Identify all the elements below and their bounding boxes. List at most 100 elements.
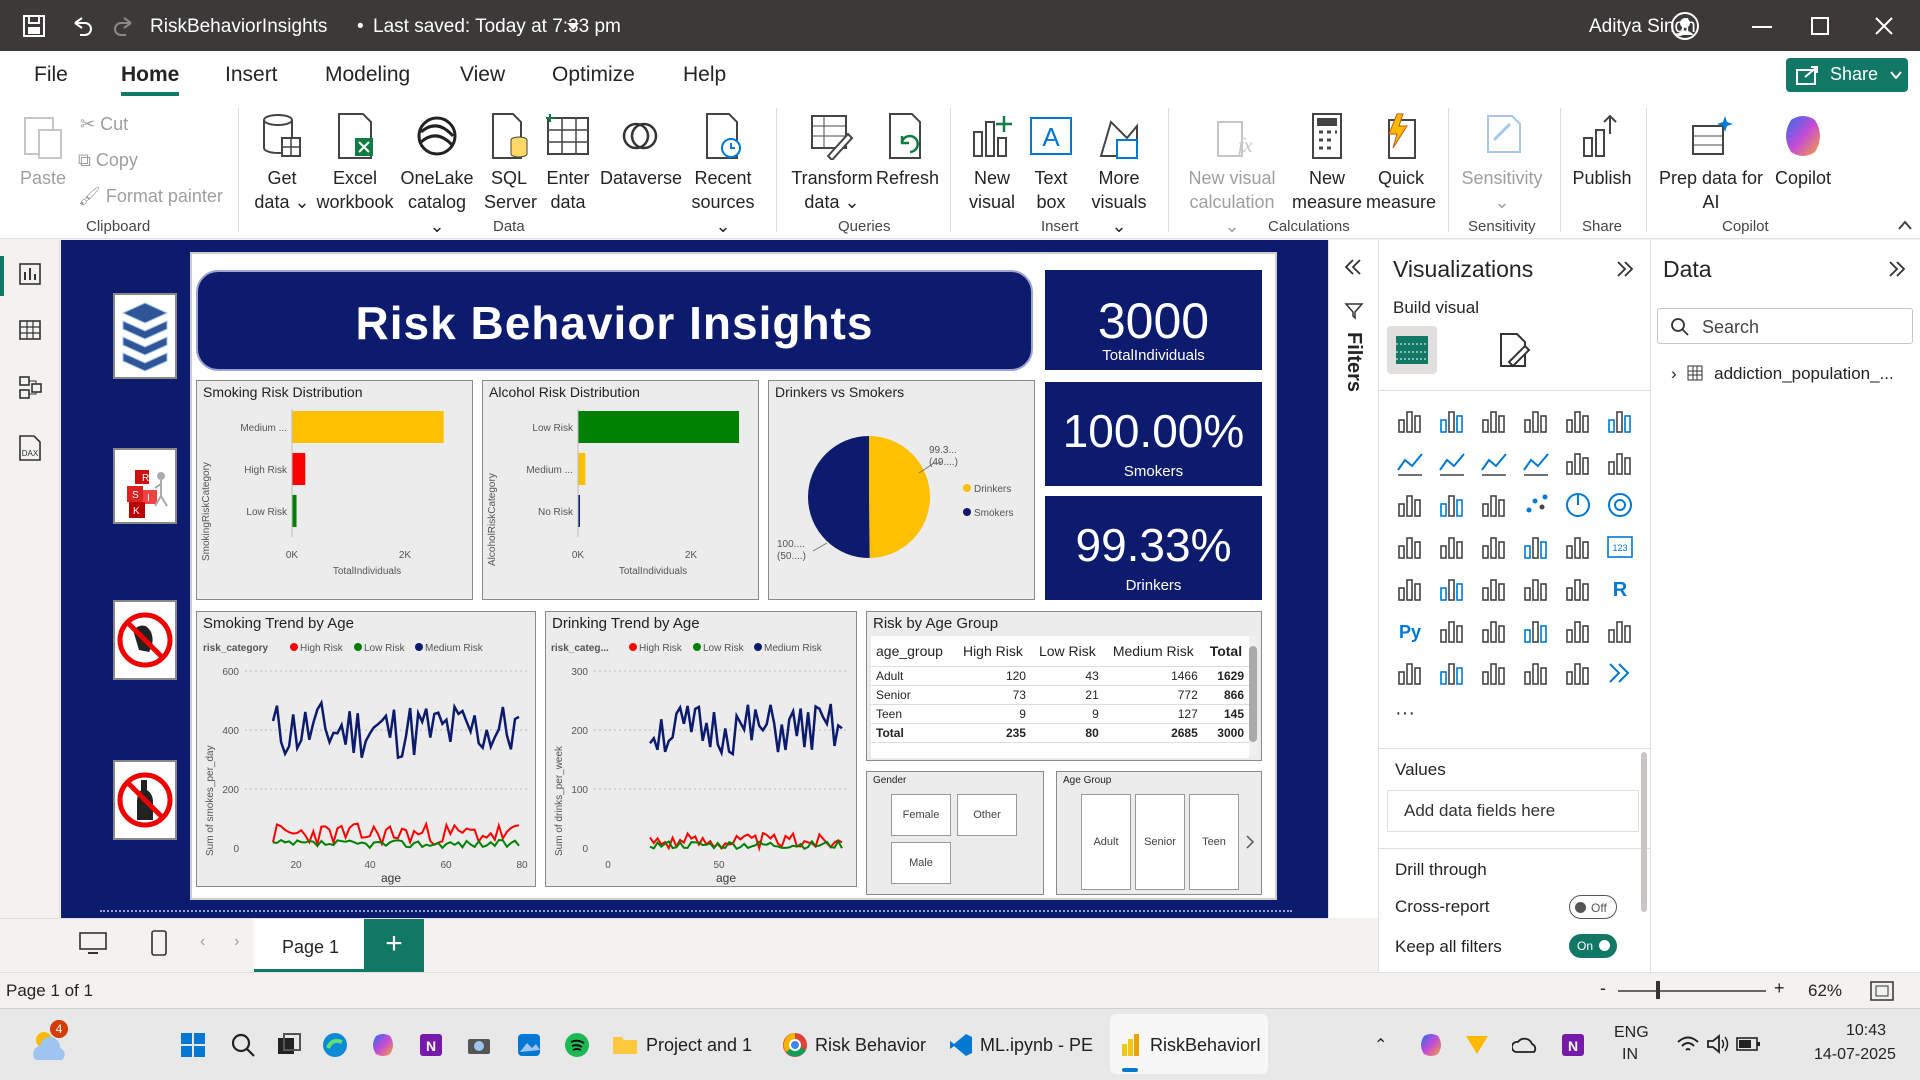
camera-app-icon[interactable] <box>466 1032 492 1058</box>
language-line1[interactable]: ENG <box>1614 1024 1649 1042</box>
stacked-area-visual-icon[interactable] <box>1479 448 1509 478</box>
r-script-visual-icon[interactable]: R <box>1605 574 1635 604</box>
undo-icon[interactable] <box>70 14 94 38</box>
line-clustered-visual-icon[interactable] <box>1395 490 1425 520</box>
taskbar-explorer[interactable]: Project and 1 <box>646 1035 752 1056</box>
photos-app-icon[interactable] <box>516 1032 542 1058</box>
search-icon[interactable] <box>230 1032 256 1058</box>
zoom-in-icon[interactable]: + <box>1774 978 1785 999</box>
drinkers-vs-smokers-visual[interactable]: Drinkers vs Smokers 99.3... (49....) 100… <box>768 380 1035 600</box>
new-visual-button[interactable]: New visual <box>962 112 1022 214</box>
menu-optimize[interactable]: Optimize <box>552 63 635 87</box>
matrix-visual-icon[interactable] <box>1563 574 1593 604</box>
onedrive-icon[interactable] <box>1512 1036 1538 1054</box>
wifi-icon[interactable] <box>1676 1034 1700 1054</box>
nav-image-no-drinking[interactable] <box>113 760 177 840</box>
pie-visual-icon[interactable] <box>1563 490 1593 520</box>
chrome-icon[interactable] <box>782 1032 808 1058</box>
data-table-item[interactable]: › addiction_population_... <box>1671 364 1911 384</box>
drinking-trend-by-age-visual[interactable]: Drinking Trend by Age risk_categ... High… <box>545 611 857 887</box>
publish-button[interactable]: Publish <box>1566 112 1638 190</box>
onenote-tray-icon[interactable]: N <box>1560 1032 1586 1058</box>
onenote-icon[interactable]: N <box>418 1032 444 1058</box>
smoking-risk-distribution-visual[interactable]: Smoking Risk Distribution SmokingRiskCat… <box>196 380 473 600</box>
nav-image-no-smoking[interactable] <box>113 600 177 680</box>
gauge-visual-icon[interactable] <box>1563 532 1593 562</box>
clock-time[interactable]: 10:43 <box>1846 1022 1886 1040</box>
build-visual-tab[interactable] <box>1387 326 1437 374</box>
minimize-icon[interactable] <box>1752 26 1772 29</box>
card-visual-icon[interactable]: 123 <box>1605 532 1635 562</box>
collapse-ribbon-icon[interactable] <box>1898 220 1912 230</box>
pane-scrollbar[interactable] <box>1641 752 1647 912</box>
python-visual-icon[interactable]: Py <box>1395 616 1425 646</box>
table-row[interactable]: Teen 9 9 127 145 <box>871 704 1249 724</box>
edge-browser-icon[interactable] <box>322 1032 348 1058</box>
clustered-bar-visual-icon[interactable] <box>1479 406 1509 436</box>
enter-data-button[interactable]: Enter data <box>542 112 594 214</box>
age-group-slicer[interactable]: Age Group Adult Senior Teen <box>1056 771 1262 895</box>
smoking-trend-by-age-visual[interactable]: Smoking Trend by Age risk_category High … <box>196 611 536 887</box>
onelake-catalog-button[interactable]: OneLake catalog ⌄ <box>400 112 474 238</box>
prep-data-ai-button[interactable]: Prep data for AI <box>1656 112 1766 214</box>
report-view-icon[interactable] <box>18 262 42 286</box>
menu-insert[interactable]: Insert <box>225 63 278 87</box>
slicer-visual-icon[interactable] <box>1479 574 1509 604</box>
chevron-down-icon[interactable] <box>566 22 580 32</box>
slicer-option-adult[interactable]: Adult <box>1081 794 1131 890</box>
kpi-total-individuals[interactable]: 3000 TotalIndividuals <box>1045 270 1262 370</box>
stacked-column-visual-icon[interactable] <box>1437 406 1467 436</box>
language-line2[interactable]: IN <box>1622 1046 1638 1064</box>
fit-to-page-icon[interactable] <box>1870 981 1894 1001</box>
refresh-button[interactable]: Refresh <box>876 112 939 190</box>
clustered-column-visual-icon[interactable] <box>1521 406 1551 436</box>
100-bar-visual-icon[interactable] <box>1563 406 1593 436</box>
quick-measure-button[interactable]: Quick measure <box>1366 112 1436 214</box>
alcohol-risk-distribution-visual[interactable]: Alcohol Risk Distribution AlcoholRiskCat… <box>482 380 759 600</box>
save-icon[interactable] <box>22 14 46 38</box>
narrative-visual-icon[interactable] <box>1563 616 1593 646</box>
transform-data-button[interactable]: Transform data ⌄ <box>790 112 874 214</box>
cross-report-toggle[interactable]: Off <box>1569 895 1617 919</box>
table-row[interactable]: Senior 73 21 772 866 <box>871 685 1249 705</box>
data-search-input[interactable]: Search <box>1657 308 1913 344</box>
desktop-layout-icon[interactable] <box>78 931 108 955</box>
close-icon[interactable] <box>1875 17 1893 35</box>
format-visual-icon[interactable] <box>1495 332 1531 368</box>
taskbar-vscode[interactable]: ML.ipynb - PE <box>980 1035 1093 1056</box>
menu-modeling[interactable]: Modeling <box>325 63 410 87</box>
more-visuals-button[interactable]: More visuals ⌄ <box>1086 112 1152 238</box>
add-page-button[interactable]: + <box>364 919 424 973</box>
scatter-visual-icon[interactable] <box>1521 490 1551 520</box>
decomposition-visual-icon[interactable] <box>1479 616 1509 646</box>
prev-page-icon[interactable]: ‹ <box>200 933 205 951</box>
table-view-icon[interactable] <box>18 318 42 342</box>
copilot-tray-icon[interactable] <box>1418 1032 1444 1058</box>
donut-visual-icon[interactable] <box>1605 490 1635 520</box>
excel-workbook-button[interactable]: Excel workbook <box>314 112 396 214</box>
text-box-button[interactable]: A Text box <box>1026 112 1076 214</box>
menu-help[interactable]: Help <box>683 63 726 87</box>
zoom-slider-thumb[interactable] <box>1656 981 1660 999</box>
slicer-option-teen[interactable]: Teen <box>1189 794 1239 890</box>
taskbar-chrome[interactable]: Risk Behavior <box>815 1035 926 1056</box>
folder-icon[interactable] <box>612 1033 638 1055</box>
qna-visual-icon[interactable] <box>1521 616 1551 646</box>
recent-sources-button[interactable]: Recent sources ⌄ <box>688 112 758 238</box>
menu-view[interactable]: View <box>460 63 505 87</box>
more-visual-icon[interactable] <box>1605 658 1635 688</box>
maximize-icon[interactable] <box>1811 17 1829 35</box>
model-view-icon[interactable] <box>18 374 44 400</box>
keep-filters-toggle[interactable]: On <box>1569 934 1617 958</box>
next-page-icon[interactable]: › <box>234 933 239 951</box>
matrix-scrollbar[interactable] <box>1249 636 1257 756</box>
page-tab-1[interactable]: Page 1 <box>254 919 364 973</box>
collapse-pane-icon[interactable] <box>1615 260 1635 278</box>
risk-by-age-group-matrix[interactable]: Risk by Age Group age_group High Risk Lo… <box>866 611 1262 761</box>
table-visual-icon[interactable] <box>1521 574 1551 604</box>
goals-visual-icon[interactable] <box>1605 616 1635 646</box>
avatar-icon[interactable] <box>1670 11 1700 41</box>
ribbon-visual-icon[interactable] <box>1521 448 1551 478</box>
share-button[interactable]: Share <box>1786 58 1908 92</box>
filters-label[interactable]: Filters <box>1343 332 1365 442</box>
